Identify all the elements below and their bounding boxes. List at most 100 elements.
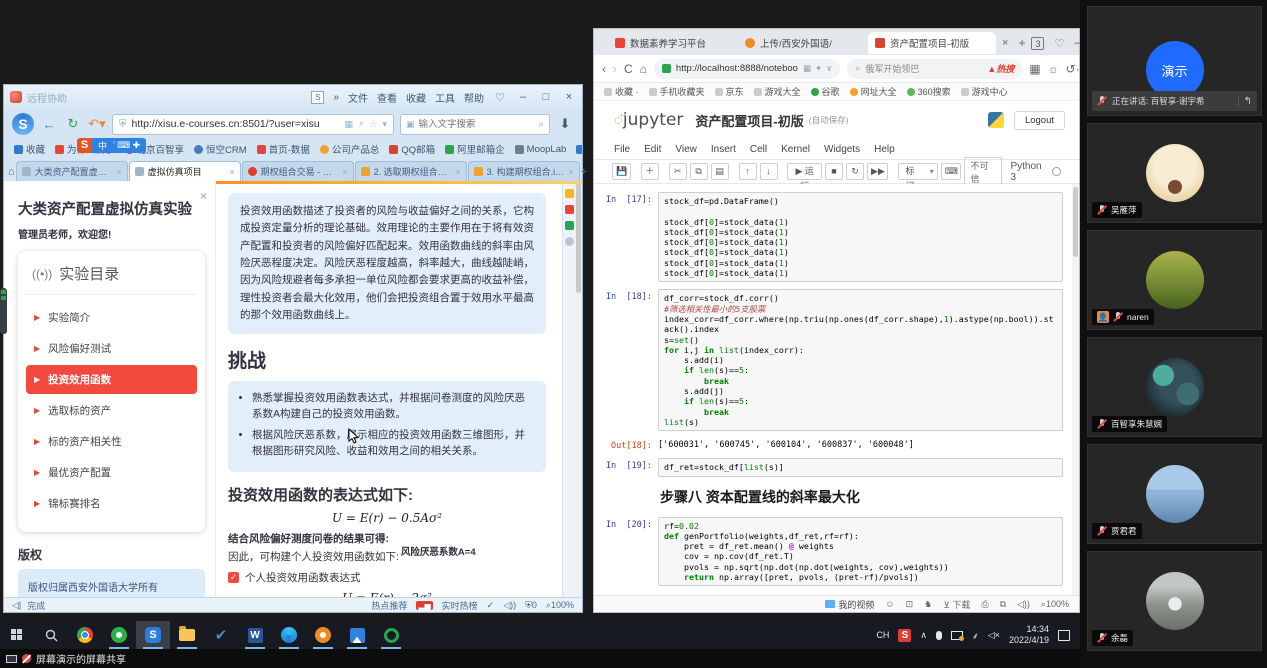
bookmark-item[interactable]: 恒空CRM: [194, 142, 247, 156]
menu-help[interactable]: 帮助: [464, 90, 484, 105]
taskbar-sogou-browser[interactable]: S: [136, 621, 170, 649]
tab-close-icon[interactable]: ×: [455, 167, 460, 177]
code-cell-19[interactable]: In [19]: df_ret=stock_df[list(s)]: [596, 458, 1073, 476]
copy-icon[interactable]: ⧉: [1000, 599, 1006, 610]
bookmark-item[interactable]: 游戏中心: [961, 85, 1008, 98]
sogou-ime-logo[interactable]: S: [77, 138, 92, 153]
code-input[interactable]: df_corr=stock_df.corr() #筛选相关性最小的5支股票 in…: [664, 293, 1057, 427]
qr-icon[interactable]: ▦: [345, 119, 354, 130]
browser-tab[interactable]: 虚拟仿真项目×: [129, 161, 241, 181]
apps-grid-icon[interactable]: ▦: [1029, 62, 1040, 76]
bookmark-item[interactable]: 手机收藏夹: [649, 85, 705, 98]
sidebar-menu-item[interactable]: ▶ 投资效用函数: [26, 365, 197, 394]
tab-close-icon[interactable]: ×: [568, 167, 573, 177]
game-icon[interactable]: ♞: [924, 599, 932, 610]
sound-icon[interactable]: ◁)): [1017, 599, 1030, 610]
bookmark-item[interactable]: 网址大全: [850, 85, 897, 98]
browser-tab[interactable]: 期权组合交易 - 期权交..×: [242, 161, 354, 181]
minimize-button[interactable]: –: [516, 91, 530, 103]
address-bar[interactable]: ⛨ http://xisu.e-courses.cn:8501/?user=xi…: [112, 114, 394, 135]
tab-close-icon[interactable]: ×: [229, 167, 234, 177]
input-lang-indicator[interactable]: CH: [876, 630, 889, 640]
magnifier-icon[interactable]: ⌕: [538, 119, 544, 130]
cell-type-dropdown[interactable]: 标记: [898, 163, 937, 180]
menu-tools[interactable]: 工具: [435, 90, 455, 105]
move-down-button[interactable]: ↓: [760, 163, 778, 180]
download-button[interactable]: ⊻ 下载: [943, 598, 970, 611]
stop-button[interactable]: ■: [825, 163, 843, 180]
tab-close-icon[interactable]: ×: [342, 167, 347, 177]
sogou-logo[interactable]: S: [12, 113, 34, 135]
search-input[interactable]: [419, 119, 535, 130]
taskbar-word[interactable]: W: [238, 621, 272, 649]
menu-file[interactable]: 文件: [348, 90, 368, 105]
participant-tile[interactable]: 👤 贾君君: [1087, 444, 1262, 544]
code-input[interactable]: df_ret=stock_df[list(s)]: [664, 462, 1057, 472]
browser-tab[interactable]: 大类资产配置虚拟仿真..×: [16, 161, 128, 181]
favorites-star-icon[interactable]: [565, 189, 574, 198]
menu-item[interactable]: File: [614, 144, 630, 155]
sidebar-menu-item[interactable]: ▶ 锦标赛排名: [26, 489, 197, 518]
paste-cell-button[interactable]: ▤: [711, 163, 729, 180]
sidebar-menu-item[interactable]: ▶ 实验简介: [26, 303, 197, 332]
jupyter-logo[interactable]: ◌̈ jupyter: [614, 110, 683, 130]
menu-view[interactable]: 查看: [377, 90, 397, 105]
address-bar[interactable]: http://localhost:8888/noteboo ▦ ✦ ∨: [654, 59, 840, 79]
menu-favorites[interactable]: 收藏: [406, 90, 426, 105]
back-button[interactable]: ←: [40, 117, 58, 132]
download-manager-icon[interactable]: ⬇: [556, 116, 574, 132]
muted-speaker-icon[interactable]: ◁×: [988, 630, 1000, 641]
participant-tile[interactable]: 👤 百智享朱慧娴: [1087, 337, 1262, 437]
bookmark-item[interactable]: 360搜索: [907, 85, 951, 98]
cut-cell-button[interactable]: ✂: [669, 163, 687, 180]
start-button[interactable]: [0, 621, 34, 649]
notebook-scrollbar[interactable]: [1072, 184, 1079, 595]
participant-tile[interactable]: 👤 吴雁萍: [1087, 123, 1262, 223]
code-cell-17[interactable]: In [17]: stock_df=pd.DataFrame() stock_d…: [596, 192, 1073, 282]
save-button[interactable]: 💾: [612, 163, 631, 180]
ime-lang-chinese[interactable]: 中: [98, 139, 107, 152]
browser-tab[interactable]: 上传/西安外国语/: [738, 32, 866, 54]
restart-run-all-button[interactable]: ▶▶: [867, 163, 888, 180]
lightning-icon[interactable]: ✦: [815, 63, 822, 74]
sidebar-menu-item[interactable]: ▶ 选取标的资产: [26, 396, 197, 425]
bookmark-item[interactable]: MoopLab: [515, 144, 567, 155]
browser-tab[interactable]: 3. 构建期权组合.ipynb×: [468, 161, 580, 181]
screenshot-icon[interactable]: ⊡: [906, 599, 914, 610]
sidebar-menu-item[interactable]: ▶ 最优资产配置: [26, 458, 197, 487]
screenshare-tray-icon[interactable]: [951, 631, 963, 640]
taskbar-todo-app[interactable]: ✔: [204, 621, 238, 649]
ime-tools-icons[interactable]: ’ ⌨ ✚: [113, 140, 140, 151]
taskbar-edge[interactable]: [272, 621, 306, 649]
tab-close-icon[interactable]: ×: [998, 37, 1012, 49]
plugin-icon[interactable]: [565, 237, 574, 246]
bookmark-item[interactable]: 京东: [715, 85, 744, 98]
maximize-button[interactable]: □: [539, 91, 553, 103]
code-input[interactable]: rf=0.02 def genPortfolio(weights,df_ret,…: [664, 521, 1057, 583]
emoji-icon[interactable]: ☺: [885, 599, 894, 609]
menu-item[interactable]: Cell: [750, 144, 767, 155]
status-nav-icon[interactable]: ◁|: [12, 600, 21, 611]
bookmark-item[interactable]: 首页-数据: [257, 142, 310, 156]
checkbox-personal-utility[interactable]: ✓ 个人投资效用函数表达式: [228, 570, 546, 585]
refresh-button[interactable]: ↻: [64, 116, 82, 132]
login-icon[interactable]: ♡: [1054, 37, 1064, 50]
forward-button[interactable]: ›: [613, 62, 617, 76]
tab-stack-count[interactable]: 3: [1031, 37, 1044, 50]
taskbar-360browser[interactable]: [102, 621, 136, 649]
bookmark-item[interactable]: 游戏大全: [754, 85, 801, 98]
notebook-title[interactable]: 资产配置项目-初版: [695, 111, 803, 130]
skin-icon[interactable]: ☼: [1048, 62, 1059, 76]
bookmark-item[interactable]: QQ邮箱: [389, 142, 435, 156]
run-button[interactable]: ▶ 运行: [787, 163, 822, 180]
menu-item[interactable]: View: [675, 144, 697, 155]
hot-search-label[interactable]: ▲热搜: [987, 62, 1014, 75]
zoom-level[interactable]: ⌕100%: [1041, 599, 1069, 610]
menu-item[interactable]: Insert: [711, 144, 736, 155]
undo-closed-tab-button[interactable]: ↶▾: [88, 116, 106, 132]
notification-center-icon[interactable]: [1058, 630, 1070, 641]
bookmark-item[interactable]: 收藏 ·: [604, 85, 639, 98]
scrollbar-handle[interactable]: [1073, 187, 1078, 257]
sogou-ime-bar[interactable]: S 中 ’ ⌨ ✚: [77, 138, 146, 153]
presenter-tile[interactable]: 演示 正在讲话: 百智享-谢宇希 ↰: [1087, 6, 1262, 116]
